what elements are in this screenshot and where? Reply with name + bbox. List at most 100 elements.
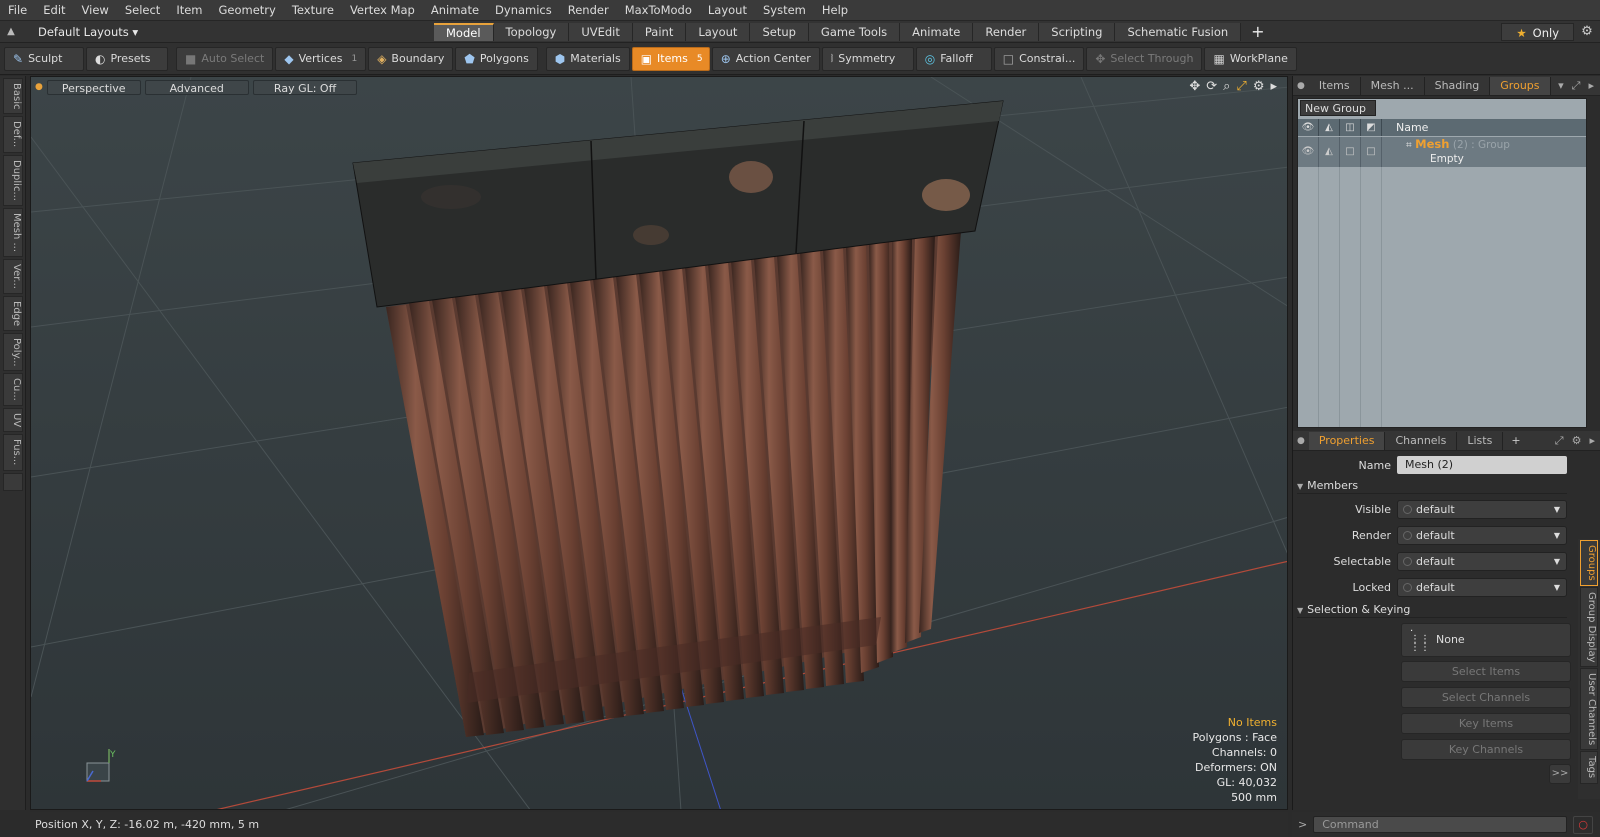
vtab-tags[interactable]: Tags [1580, 751, 1598, 784]
tab-topology[interactable]: Topology [493, 22, 570, 41]
boundary-button[interactable]: ◈ Boundary [368, 46, 454, 71]
menu-item[interactable]: Item [168, 0, 210, 21]
sculpt-button[interactable]: ✎ Sculpt [4, 46, 84, 71]
members-section[interactable]: ▼ Members [1297, 477, 1567, 494]
properties-dot-icon[interactable]: ● [1297, 436, 1309, 446]
left-tab-expand[interactable] [3, 472, 23, 491]
select-items-button[interactable]: Select Items [1401, 661, 1571, 682]
rotate-view-icon[interactable]: ⟳ [1206, 79, 1217, 94]
menu-vertex-map[interactable]: Vertex Map [342, 0, 423, 21]
menu-render[interactable]: Render [560, 0, 617, 21]
properties-gear-icon[interactable]: ⚙ [1572, 434, 1582, 448]
key-items-button[interactable]: Key Items [1401, 713, 1571, 734]
tab-model[interactable]: Model [434, 22, 494, 41]
expand-icon[interactable]: ⤢ [1572, 79, 1581, 93]
default-layouts-dropdown[interactable]: Default Layouts ▾ [22, 25, 434, 39]
vtab-groups[interactable]: Groups [1580, 540, 1598, 586]
workplane-button[interactable]: ▦ WorkPlane [1204, 46, 1297, 71]
add-tab-icon[interactable]: + [1241, 22, 1274, 41]
visible-dropdown[interactable]: default ▼ [1397, 499, 1567, 519]
tab-setup[interactable]: Setup [750, 22, 809, 41]
fit-view-icon[interactable]: ⤢ [1236, 79, 1246, 94]
more-icon[interactable]: ▸ [1588, 79, 1594, 93]
left-tab-mesh[interactable]: Mesh ... [3, 207, 23, 257]
render-dropdown[interactable]: default ▼ [1397, 525, 1567, 545]
menu-dynamics[interactable]: Dynamics [487, 0, 560, 21]
selection-keying-section[interactable]: ▼ Selection & Keying [1297, 601, 1567, 618]
tab-uvedit[interactable]: UVEdit [569, 22, 633, 41]
select-channels-button[interactable]: Select Channels [1401, 687, 1571, 708]
tab-render[interactable]: Render [973, 22, 1040, 41]
select-through-button[interactable]: ✥ Select Through [1086, 46, 1203, 71]
zoom-view-icon[interactable]: ⌕ [1223, 79, 1230, 94]
left-tab-fusion[interactable]: Fus... [3, 434, 23, 471]
materials-button[interactable]: ⬢ Materials [545, 46, 630, 71]
tab-groups[interactable]: Groups [1490, 76, 1551, 95]
action-center-button[interactable]: ⊕ Action Center [711, 46, 820, 71]
select-icon[interactable]: ◩ [1361, 119, 1382, 136]
left-tab-edge[interactable]: Edge [3, 295, 23, 331]
tab-game-tools[interactable]: Game Tools [808, 22, 901, 41]
menu-file[interactable]: File [0, 0, 35, 21]
row-select-icon[interactable]: □ [1361, 137, 1382, 167]
layout-collapse-icon[interactable]: ▲ [0, 26, 22, 37]
left-tab-duplicate[interactable]: Duplic... [3, 154, 23, 206]
add-panel-tab-icon[interactable]: + [1503, 434, 1520, 447]
expand-button[interactable]: >> [1549, 764, 1571, 784]
polygons-button[interactable]: ⬟ Polygons [455, 46, 538, 71]
auto-select-button[interactable]: ■ Auto Select [176, 46, 274, 71]
only-button[interactable]: ★ Only [1501, 22, 1574, 41]
advanced-button[interactable]: Advanced [144, 79, 249, 95]
falloff-button[interactable]: ◎ Falloff [915, 46, 992, 71]
left-tab-polygon[interactable]: Poly... [3, 332, 23, 372]
menu-help[interactable]: Help [814, 0, 856, 21]
presets-button[interactable]: ◐ Presets [86, 46, 168, 71]
gear-icon[interactable]: ⚙ [1574, 24, 1600, 39]
row-eye-icon[interactable]: 👁 [1298, 137, 1319, 167]
record-icon[interactable]: ○ [1573, 815, 1594, 834]
menu-view[interactable]: View [74, 0, 117, 21]
command-input[interactable]: Command [1313, 816, 1568, 833]
constraints-button[interactable]: □ Constrai... [993, 46, 1085, 71]
vtab-group-display[interactable]: Group Display [1580, 586, 1598, 668]
menu-texture[interactable]: Texture [284, 0, 342, 21]
left-tab-deform[interactable]: Def... [3, 116, 23, 153]
left-tab-basic[interactable]: Basic [3, 78, 23, 115]
vtab-user-channels[interactable]: User Channels [1580, 668, 1598, 751]
viewport-menu-dot-icon[interactable]: ● [35, 82, 43, 92]
tab-layout[interactable]: Layout [686, 22, 751, 41]
tab-schematic-fusion[interactable]: Schematic Fusion [1115, 22, 1242, 41]
tab-items[interactable]: Items [1309, 76, 1361, 95]
tab-properties[interactable]: Properties [1308, 431, 1386, 450]
key-channels-button[interactable]: Key Channels [1401, 739, 1571, 760]
properties-more-icon[interactable]: ▸ [1589, 434, 1595, 448]
left-tab-uv[interactable]: UV [3, 408, 23, 433]
menu-edit[interactable]: Edit [35, 0, 73, 21]
group-row[interactable]: 👁 ◭ □ □ ⌗ Mesh (2) : Group Empty [1298, 137, 1586, 167]
symmetry-button[interactable]: ⧘ Symmetry [821, 46, 914, 71]
name-field[interactable]: Mesh (2) [1397, 456, 1567, 474]
tab-animate[interactable]: Animate [900, 22, 974, 41]
selectable-dropdown[interactable]: default ▼ [1397, 551, 1567, 571]
tab-mesh[interactable]: Mesh ... [1361, 76, 1425, 95]
row-lock-icon[interactable]: □ [1340, 137, 1361, 167]
left-tab-vertex[interactable]: Ver... [3, 258, 23, 294]
lock-icon[interactable]: ◫ [1340, 119, 1361, 136]
locked-dropdown[interactable]: default ▼ [1397, 577, 1567, 597]
panel-dot-icon[interactable]: ● [1297, 81, 1309, 91]
menu-system[interactable]: System [755, 0, 814, 21]
perspective-button[interactable]: Perspective [46, 79, 141, 95]
3d-viewport[interactable]: Y ● Perspective Advanced Ray GL: Off ✥ ⟳… [30, 76, 1288, 810]
viewport-more-icon[interactable]: ▸ [1270, 79, 1277, 94]
tab-shading[interactable]: Shading [1425, 76, 1491, 95]
properties-expand-icon[interactable]: ⤢ [1555, 434, 1564, 448]
render-icon[interactable]: ◭ [1319, 119, 1340, 136]
tab-scripting[interactable]: Scripting [1039, 22, 1116, 41]
tab-lists[interactable]: Lists [1457, 431, 1504, 450]
eye-icon[interactable]: 👁 [1298, 119, 1319, 136]
viewport-gear-icon[interactable]: ⚙ [1253, 79, 1265, 94]
menu-geometry[interactable]: Geometry [211, 0, 284, 21]
move-view-icon[interactable]: ✥ [1189, 79, 1200, 94]
dropdown-arrow-icon[interactable]: ▾ [1558, 79, 1564, 93]
items-button[interactable]: ▣ Items 5 [631, 46, 710, 71]
